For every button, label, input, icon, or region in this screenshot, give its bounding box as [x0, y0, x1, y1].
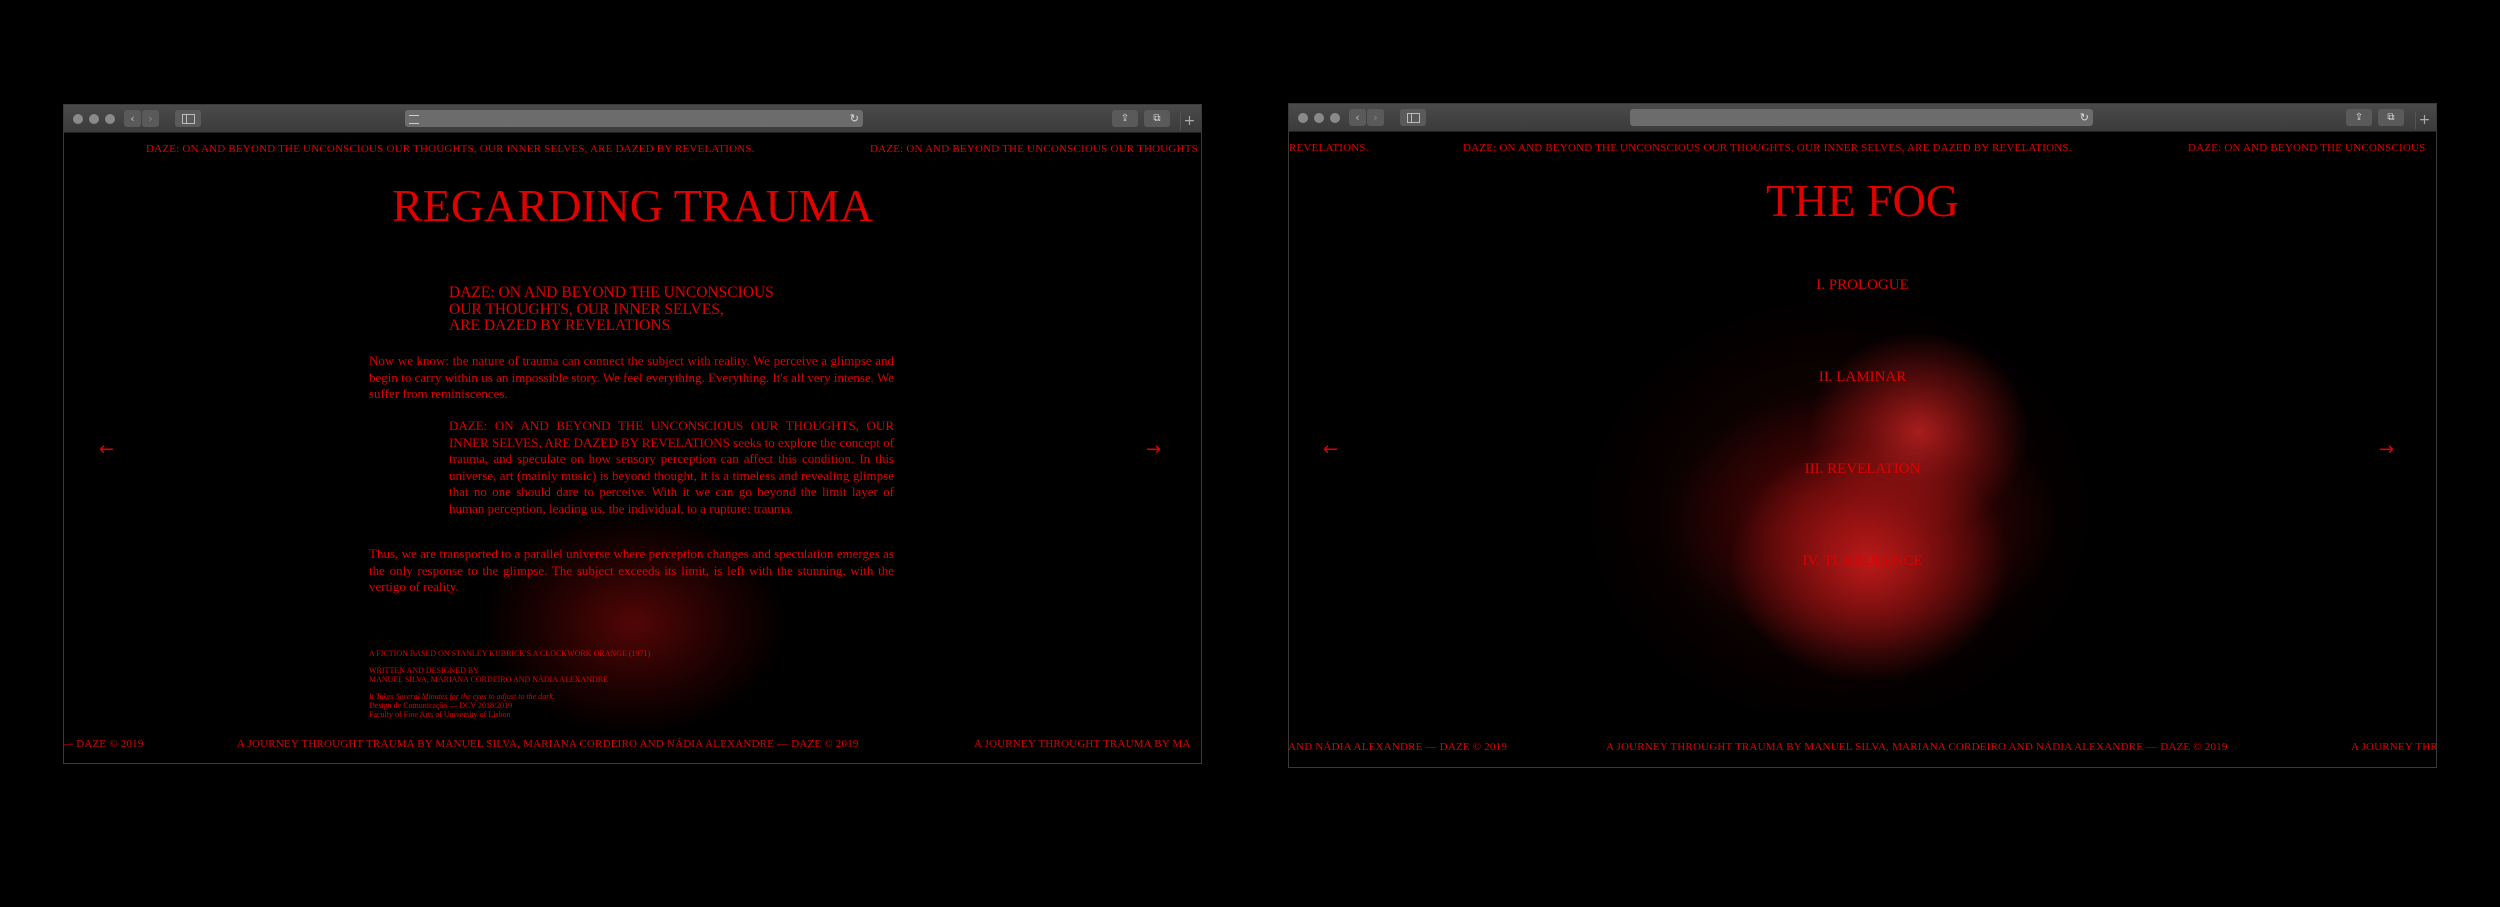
- forward-button[interactable]: ›: [1367, 109, 1384, 126]
- page-content: REVELATIONS. DAZE: ON AND BEYOND THE UNC…: [1289, 132, 2436, 767]
- browser-toolbar: ‹ › ↻ ⇪ ⧉ +: [64, 105, 1201, 133]
- marquee-text: REVELATIONS.: [1289, 142, 1369, 154]
- new-tab-button[interactable]: +: [1180, 113, 1198, 130]
- subtitle-line: ARE DAZED BY REVELATIONS: [449, 317, 671, 334]
- next-arrow-icon[interactable]: →: [1146, 439, 1161, 460]
- close-window-dot[interactable]: [1298, 113, 1308, 123]
- previous-arrow-icon[interactable]: ←: [99, 439, 114, 460]
- reload-icon[interactable]: ↻: [2080, 109, 2089, 126]
- reader-icon[interactable]: [409, 115, 419, 124]
- sidebar-toggle-icon[interactable]: [1400, 109, 1426, 126]
- marquee-text: AND NÁDIA ALEXANDRE — DAZE © 2019: [1289, 741, 1508, 753]
- marquee-text: — DAZE © 2019: [64, 738, 144, 750]
- subtitle-line: DAZE: ON AND BEYOND THE UNCONSCIOUS: [449, 284, 774, 301]
- credit-line: It Takes Several Minutes for the eyes to…: [369, 692, 555, 701]
- page-title: REGARDING TRAUMA: [392, 180, 873, 231]
- subtitle: DAZE: ON AND BEYOND THE UNCONSCIOUS OUR …: [449, 284, 809, 335]
- share-icon[interactable]: ⇪: [1112, 110, 1138, 127]
- marquee-text: DAZE: ON AND BEYOND THE UNCONSCIOUS OUR …: [146, 143, 755, 155]
- tabs-overview-icon[interactable]: ⧉: [2378, 109, 2404, 126]
- closing-paragraph: Thus, we are transported to a parallel u…: [369, 546, 894, 595]
- address-bar[interactable]: ↻: [1630, 109, 2093, 126]
- page-content: DAZE: ON AND BEYOND THE UNCONSCIOUS OUR …: [64, 133, 1201, 763]
- credits: A FICTION BASED ON STANLEY KUBRICK'S A C…: [369, 649, 769, 719]
- new-tab-button[interactable]: +: [2415, 112, 2433, 129]
- credit-line: Design de Comunicação — DCV 2018/2019: [369, 701, 513, 710]
- zoom-window-dot[interactable]: [105, 114, 115, 124]
- minimize-window-dot[interactable]: [89, 114, 99, 124]
- menu-item-laminar[interactable]: II. LAMINAR: [1289, 369, 2436, 386]
- zoom-window-dot[interactable]: [1330, 113, 1340, 123]
- menu-item-turbulence[interactable]: IV. TURBULENCE: [1289, 553, 2436, 570]
- menu-item-revelation[interactable]: III. REVELATION: [1289, 461, 2436, 478]
- back-button[interactable]: ‹: [1349, 109, 1366, 126]
- credit-line: Faculty of Fine Arts of University of Li…: [369, 710, 511, 719]
- close-window-dot[interactable]: [73, 114, 83, 124]
- browser-window-regarding-trauma: ‹ › ↻ ⇪ ⧉ + DAZE: ON AND BEYOND THE UNCO…: [63, 104, 1202, 764]
- address-bar[interactable]: ↻: [405, 110, 863, 127]
- credit-line: A FICTION BASED ON STANLEY KUBRICK'S A C…: [369, 649, 651, 658]
- marquee-text: DAZE: ON AND BEYOND THE UNCONSCIOUS OUR …: [870, 143, 1198, 155]
- next-arrow-icon[interactable]: →: [2379, 439, 2394, 460]
- minimize-window-dot[interactable]: [1314, 113, 1324, 123]
- fog-glow: [1539, 252, 2139, 712]
- browser-toolbar: ‹ › ↻ ⇪ ⧉ +: [1289, 104, 2436, 132]
- marquee-text: A JOURNEY THR: [2351, 741, 2436, 753]
- marquee-text: A JOURNEY THROUGHT TRAUMA BY MANUEL SILV…: [1606, 741, 2228, 753]
- marquee-text: DAZE: ON AND BEYOND THE UNCONSCIOUS: [2188, 142, 2426, 154]
- forward-button[interactable]: ›: [142, 110, 159, 127]
- sidebar-toggle-icon[interactable]: [175, 110, 201, 127]
- description-paragraph: DAZE: ON AND BEYOND THE UNCONSCIOUS OUR …: [449, 418, 894, 516]
- marquee-text: A JOURNEY THROUGHT TRAUMA BY MA: [974, 738, 1191, 750]
- credit-line: WRITTEN AND DESIGNED BY: [369, 666, 479, 675]
- tabs-overview-icon[interactable]: ⧉: [1144, 110, 1170, 127]
- marquee-text: DAZE: ON AND BEYOND THE UNCONSCIOUS OUR …: [1463, 142, 2072, 154]
- browser-window-the-fog: ‹ › ↻ ⇪ ⧉ + REVELATIONS. DAZE: ON AND BE…: [1288, 103, 2437, 768]
- intro-paragraph: Now we know: the nature of trauma can co…: [369, 353, 894, 402]
- subtitle-line: OUR THOUGHTS, OUR INNER SELVES,: [449, 300, 724, 318]
- page-title: THE FOG: [1766, 175, 1959, 226]
- credit-line: MANUEL SILVA, MARIANA CORDEIRO AND NÁDIA…: [369, 675, 609, 684]
- previous-arrow-icon[interactable]: ←: [1323, 439, 1338, 460]
- back-button[interactable]: ‹: [124, 110, 141, 127]
- menu-item-prologue[interactable]: I. PROLOGUE: [1289, 277, 2436, 294]
- share-icon[interactable]: ⇪: [2346, 109, 2372, 126]
- marquee-text: A JOURNEY THROUGHT TRAUMA BY MANUEL SILV…: [237, 738, 859, 750]
- reload-icon[interactable]: ↻: [850, 110, 859, 127]
